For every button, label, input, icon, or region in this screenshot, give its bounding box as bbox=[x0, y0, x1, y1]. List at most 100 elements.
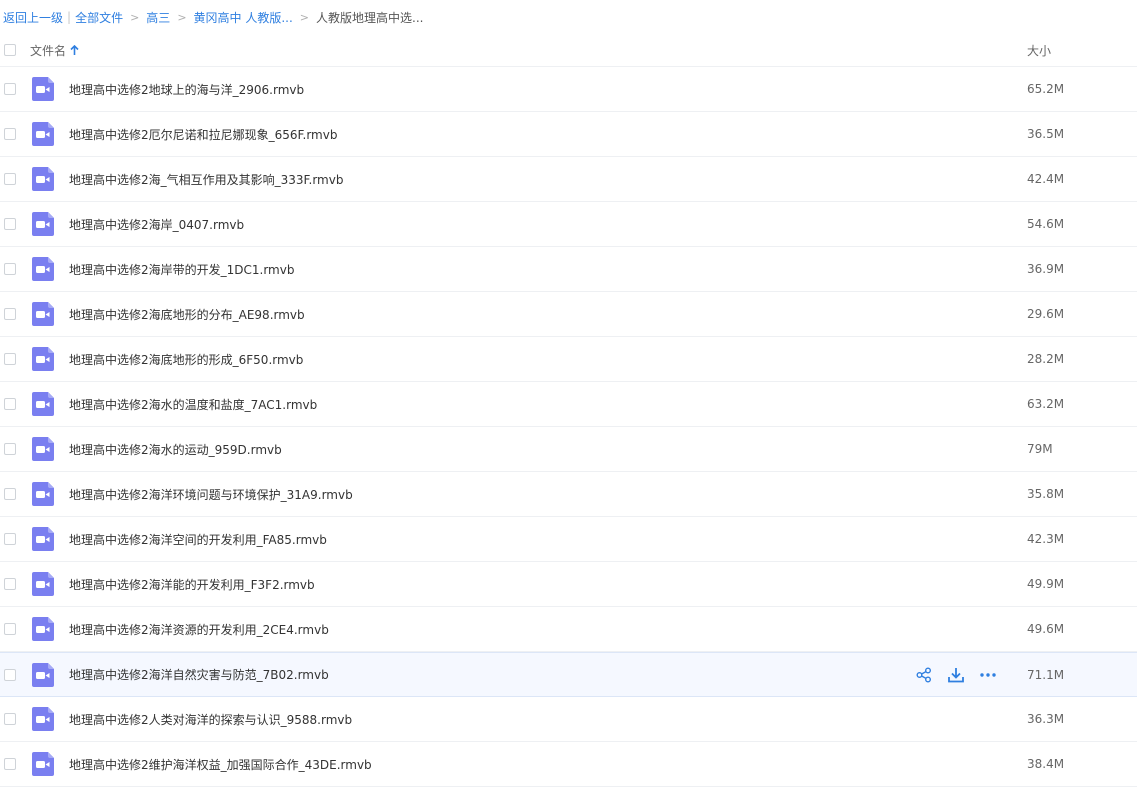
file-name[interactable]: 地理高中选修2人类对海洋的探索与认识_9588.rmvb bbox=[69, 711, 352, 728]
file-name[interactable]: 地理高中选修2海_气相互作用及其影响_333F.rmvb bbox=[69, 171, 343, 188]
file-row[interactable]: 地理高中选修2地球上的海与洋_2906.rmvb 65.2M bbox=[0, 67, 1137, 112]
file-size: 79M bbox=[1027, 442, 1053, 456]
share-icon[interactable] bbox=[914, 665, 934, 685]
file-row[interactable]: 地理高中选修2厄尔尼诺和拉尼娜现象_656F.rmvb 36.5M bbox=[0, 112, 1137, 157]
file-size: 63.2M bbox=[1027, 397, 1065, 411]
file-row[interactable]: 地理高中选修2海洋资源的开发利用_2CE4.rmvb 49.6M bbox=[0, 607, 1137, 652]
breadcrumb-level2[interactable]: 黄冈高中 人教版... bbox=[194, 9, 293, 26]
video-file-icon bbox=[32, 572, 54, 596]
row-checkbox[interactable] bbox=[4, 218, 16, 230]
file-name[interactable]: 地理高中选修2海岸带的开发_1DC1.rmvb bbox=[69, 261, 294, 278]
row-checkbox[interactable] bbox=[4, 713, 16, 725]
file-row[interactable]: 地理高中选修2海底地形的形成_6F50.rmvb 28.2M bbox=[0, 337, 1137, 382]
row-checkbox[interactable] bbox=[4, 308, 16, 320]
file-row[interactable]: 地理高中选修2海洋自然灾害与防范_7B02.rmvb 71.1M bbox=[0, 652, 1137, 697]
file-size: 36.5M bbox=[1027, 127, 1065, 141]
row-checkbox[interactable] bbox=[4, 758, 16, 770]
file-row[interactable]: 地理高中选修2人类对海洋的探索与认识_9588.rmvb 36.3M bbox=[0, 697, 1137, 742]
file-size: 36.9M bbox=[1027, 262, 1065, 276]
file-row[interactable]: 地理高中选修2海岸_0407.rmvb 54.6M bbox=[0, 202, 1137, 247]
file-size: 36.3M bbox=[1027, 712, 1065, 726]
file-size: 28.2M bbox=[1027, 352, 1065, 366]
video-file-icon bbox=[32, 707, 54, 731]
video-file-icon bbox=[32, 122, 54, 146]
breadcrumb-current: 人教版地理高中选... bbox=[316, 10, 424, 25]
row-checkbox[interactable] bbox=[4, 83, 16, 95]
row-checkbox[interactable] bbox=[4, 669, 16, 681]
file-size: 65.2M bbox=[1027, 82, 1065, 96]
row-checkbox[interactable] bbox=[4, 263, 16, 275]
file-row[interactable]: 地理高中选修2海_气相互作用及其影响_333F.rmvb 42.4M bbox=[0, 157, 1137, 202]
file-size: 71.1M bbox=[1027, 667, 1065, 682]
chevron-right-icon: > bbox=[130, 10, 140, 24]
more-icon[interactable] bbox=[978, 665, 998, 685]
row-checkbox[interactable] bbox=[4, 128, 16, 140]
file-size: 35.8M bbox=[1027, 487, 1065, 501]
row-checkbox[interactable] bbox=[4, 443, 16, 455]
chevron-right-icon: > bbox=[299, 10, 310, 24]
video-file-icon bbox=[32, 752, 54, 776]
video-file-icon bbox=[32, 167, 54, 191]
file-size: 49.6M bbox=[1027, 622, 1065, 636]
file-name[interactable]: 地理高中选修2厄尔尼诺和拉尼娜现象_656F.rmvb bbox=[69, 126, 337, 143]
file-size: 42.3M bbox=[1027, 532, 1065, 546]
file-name[interactable]: 地理高中选修2海洋能的开发利用_F3F2.rmvb bbox=[69, 576, 315, 593]
video-file-icon bbox=[32, 663, 54, 687]
video-file-icon bbox=[32, 257, 54, 281]
row-checkbox[interactable] bbox=[4, 488, 16, 500]
file-name[interactable]: 地理高中选修2维护海洋权益_加强国际合作_43DE.rmvb bbox=[69, 756, 372, 773]
file-row[interactable]: 地理高中选修2海洋空间的开发利用_FA85.rmvb 42.3M bbox=[0, 517, 1137, 562]
file-size: 49.9M bbox=[1027, 577, 1065, 591]
row-actions bbox=[914, 665, 998, 685]
file-name[interactable]: 地理高中选修2海洋环境问题与环境保护_31A9.rmvb bbox=[69, 486, 353, 503]
file-size: 29.6M bbox=[1027, 307, 1065, 321]
download-icon[interactable] bbox=[946, 665, 966, 685]
file-row[interactable]: 地理高中选修2海水的运动_959D.rmvb 79M bbox=[0, 427, 1137, 472]
file-name[interactable]: 地理高中选修2海水的温度和盐度_7AC1.rmvb bbox=[69, 396, 317, 413]
breadcrumb-divider: | bbox=[67, 10, 72, 24]
row-checkbox[interactable] bbox=[4, 578, 16, 590]
sort-ascending-icon bbox=[70, 44, 79, 56]
row-checkbox[interactable] bbox=[4, 623, 16, 635]
row-checkbox[interactable] bbox=[4, 353, 16, 365]
file-name[interactable]: 地理高中选修2海洋自然灾害与防范_7B02.rmvb bbox=[69, 666, 329, 683]
file-name[interactable]: 地理高中选修2海岸_0407.rmvb bbox=[69, 216, 244, 233]
file-list: 地理高中选修2地球上的海与洋_2906.rmvb 65.2M 地理高中选修2厄尔… bbox=[0, 67, 1137, 787]
file-name[interactable]: 地理高中选修2海洋空间的开发利用_FA85.rmvb bbox=[69, 531, 327, 548]
file-name[interactable]: 地理高中选修2海水的运动_959D.rmvb bbox=[69, 441, 282, 458]
file-row[interactable]: 地理高中选修2海底地形的分布_AE98.rmvb 29.6M bbox=[0, 292, 1137, 337]
file-list-header: 文件名 大小 bbox=[0, 34, 1137, 67]
row-checkbox[interactable] bbox=[4, 173, 16, 185]
file-size: 54.6M bbox=[1027, 217, 1065, 231]
chevron-right-icon: > bbox=[177, 10, 187, 24]
file-size: 38.4M bbox=[1027, 757, 1065, 771]
file-name[interactable]: 地理高中选修2海底地形的形成_6F50.rmvb bbox=[69, 351, 303, 368]
video-file-icon bbox=[32, 347, 54, 371]
file-name[interactable]: 地理高中选修2海底地形的分布_AE98.rmvb bbox=[69, 306, 305, 323]
row-checkbox[interactable] bbox=[4, 398, 16, 410]
file-name[interactable]: 地理高中选修2地球上的海与洋_2906.rmvb bbox=[69, 81, 304, 98]
sort-by-name[interactable]: 文件名 bbox=[30, 42, 79, 59]
video-file-icon bbox=[32, 437, 54, 461]
video-file-icon bbox=[32, 392, 54, 416]
file-row[interactable]: 地理高中选修2海洋环境问题与环境保护_31A9.rmvb 35.8M bbox=[0, 472, 1137, 517]
video-file-icon bbox=[32, 527, 54, 551]
file-row[interactable]: 地理高中选修2海水的温度和盐度_7AC1.rmvb 63.2M bbox=[0, 382, 1137, 427]
file-row[interactable]: 地理高中选修2海岸带的开发_1DC1.rmvb 36.9M bbox=[0, 247, 1137, 292]
breadcrumb-level1[interactable]: 高三 bbox=[146, 9, 170, 26]
video-file-icon bbox=[32, 302, 54, 326]
select-all-checkbox[interactable] bbox=[4, 44, 16, 56]
size-column-label[interactable]: 大小 bbox=[1027, 42, 1051, 59]
file-row[interactable]: 地理高中选修2海洋能的开发利用_F3F2.rmvb 49.9M bbox=[0, 562, 1137, 607]
video-file-icon bbox=[32, 212, 54, 236]
breadcrumb: 返回上一级 | 全部文件 > 高三 > 黄冈高中 人教版... > 人教版地理高… bbox=[0, 0, 1137, 34]
video-file-icon bbox=[32, 77, 54, 101]
name-column-label: 文件名 bbox=[30, 43, 67, 58]
video-file-icon bbox=[32, 617, 54, 641]
breadcrumb-all-files[interactable]: 全部文件 bbox=[75, 9, 123, 26]
file-name[interactable]: 地理高中选修2海洋资源的开发利用_2CE4.rmvb bbox=[69, 621, 329, 638]
row-checkbox[interactable] bbox=[4, 533, 16, 545]
back-link[interactable]: 返回上一级 bbox=[3, 9, 63, 26]
video-file-icon bbox=[32, 482, 54, 506]
file-row[interactable]: 地理高中选修2维护海洋权益_加强国际合作_43DE.rmvb 38.4M bbox=[0, 742, 1137, 787]
